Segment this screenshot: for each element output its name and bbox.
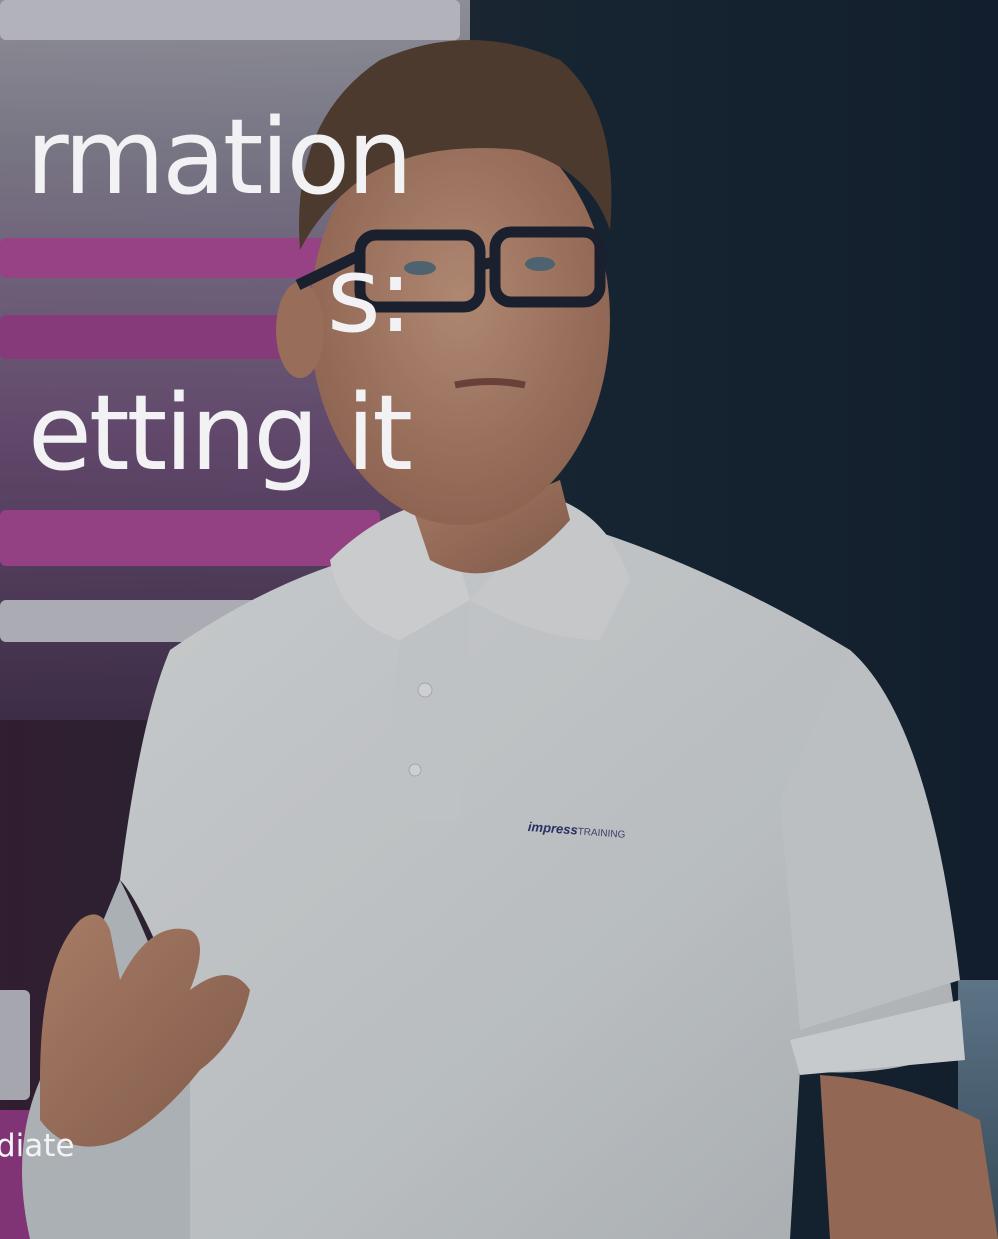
headline-line: s: (326, 234, 413, 356)
hero-headline: rmation s: etting it (0, 88, 413, 502)
headline-line: rmation (25, 96, 413, 218)
course-level-label: diate (0, 1128, 75, 1164)
headline-line: etting it (27, 372, 413, 494)
hero-banner: impressTRAINING rmation s: etting it dia… (0, 0, 998, 1239)
